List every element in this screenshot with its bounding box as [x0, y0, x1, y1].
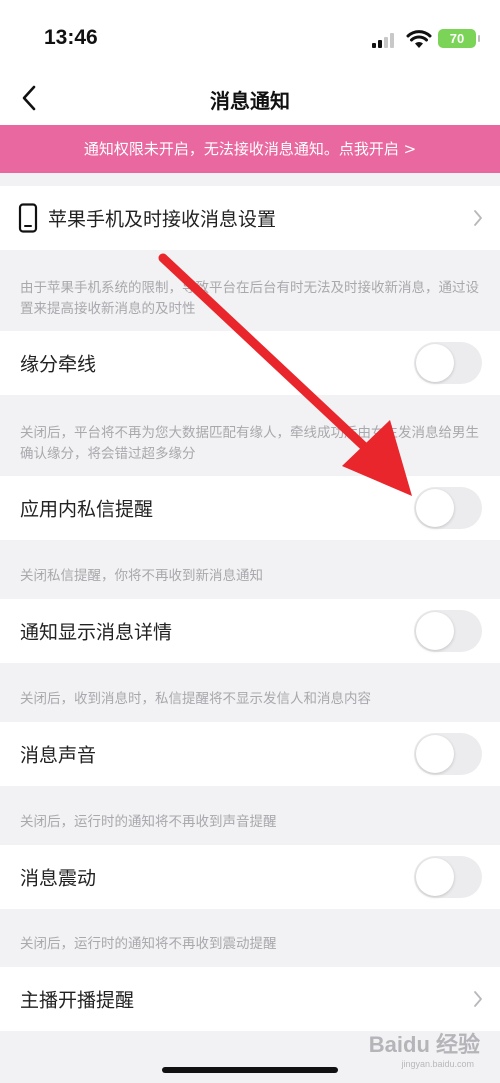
row-yuanfen: 缘分牵线: [0, 331, 500, 395]
battery-indicator: 70: [438, 29, 480, 48]
row-live-reminder[interactable]: 主播开播提醒: [0, 967, 500, 1031]
watermark-url: jingyan.baidu.com: [401, 1059, 474, 1069]
chevron-right-icon: [474, 991, 482, 1007]
baidu-watermark: Baidu 经验: [368, 1032, 480, 1057]
description-yuanfen: 关闭后，平台将不再为您大数据匹配有缘人，牵线成功后由女生发消息给男生确认缘分，将…: [20, 425, 479, 462]
home-indicator: [162, 1067, 338, 1073]
row-message-sound: 消息声音: [0, 722, 500, 786]
row-label: 缘分牵线: [20, 353, 97, 376]
row-message-vibrate: 消息震动: [0, 845, 500, 909]
row-label: 消息声音: [20, 744, 97, 767]
private-message-toggle[interactable]: [414, 487, 482, 529]
toggle-knob: [416, 858, 454, 896]
toggle-knob: [416, 612, 454, 650]
description-message-sound: 关闭后，运行时的通知将不再收到声音提醒: [20, 814, 277, 830]
chevron-right-icon: [474, 210, 482, 226]
cellular-signal-icon: [372, 32, 398, 48]
row-label: 通知显示消息详情: [20, 621, 173, 644]
page-title: 消息通知: [210, 89, 290, 113]
message-detail-toggle[interactable]: [414, 610, 482, 652]
row-message-detail: 通知显示消息详情: [0, 599, 500, 663]
description-message-vibrate: 关闭后，运行时的通知将不再收到震动提醒: [20, 936, 277, 952]
row-label: 消息震动: [20, 867, 97, 890]
yuanfen-toggle[interactable]: [414, 342, 482, 384]
nav-bar: 消息通知: [0, 75, 500, 125]
toggle-knob: [416, 735, 454, 773]
wifi-icon: [406, 30, 432, 48]
row-label: 苹果手机及时接收消息设置: [48, 208, 277, 231]
status-bar: 13:46 70: [0, 0, 500, 75]
toggle-knob: [416, 489, 454, 527]
description-iphone: 由于苹果手机系统的限制，导致平台在后台有时无法及时接收新消息，通过设置来提高接收…: [20, 280, 479, 317]
description-message-detail: 关闭后，收到消息时，私信提醒将不显示发信人和消息内容: [20, 691, 371, 707]
permission-banner[interactable]: 通知权限未开启，无法接收消息通知。点我开启 >: [0, 125, 500, 173]
message-vibrate-toggle[interactable]: [414, 856, 482, 898]
row-private-message: 应用内私信提醒: [0, 476, 500, 540]
phone-icon: [18, 203, 38, 233]
row-label: 主播开播提醒: [20, 989, 135, 1012]
toggle-knob: [416, 344, 454, 382]
message-sound-toggle[interactable]: [414, 733, 482, 775]
row-iphone-settings[interactable]: 苹果手机及时接收消息设置: [0, 186, 500, 250]
row-label: 应用内私信提醒: [20, 498, 154, 521]
status-time: 13:46: [44, 26, 98, 49]
description-private-message: 关闭私信提醒，你将不再收到新消息通知: [20, 568, 263, 584]
